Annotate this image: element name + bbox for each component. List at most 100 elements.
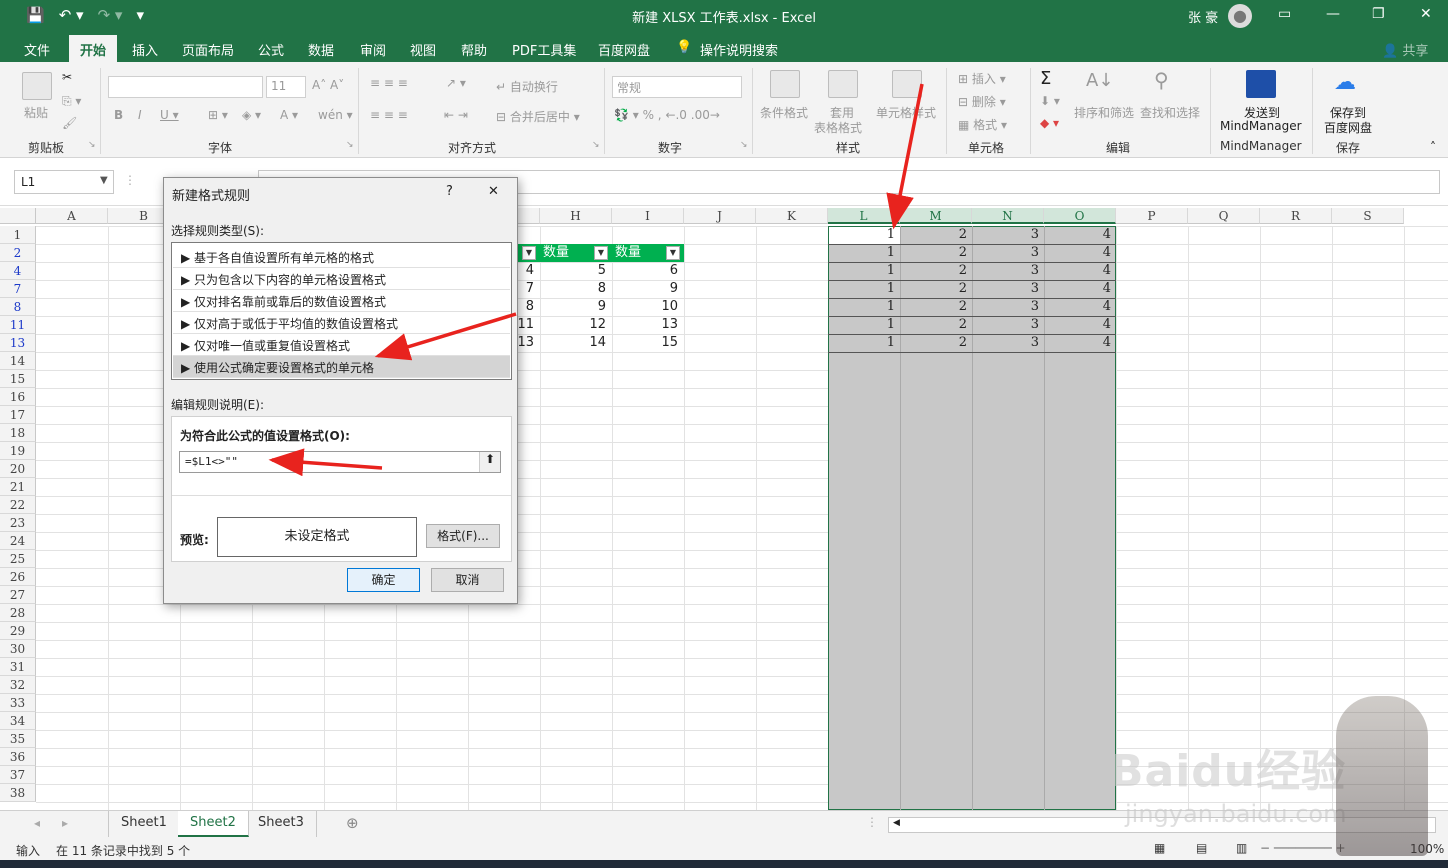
column-header-n[interactable]: N bbox=[972, 208, 1044, 224]
table-cell[interactable]: 10 bbox=[612, 298, 682, 316]
delete-cells-button[interactable]: ⊟ 删除 ▾ bbox=[958, 93, 1006, 110]
row-header-13[interactable]: 13 bbox=[0, 334, 36, 352]
value-cell[interactable]: 3 bbox=[972, 262, 1042, 280]
value-cell[interactable]: 4 bbox=[1044, 244, 1114, 262]
row-header-4[interactable]: 4 bbox=[0, 262, 36, 280]
value-cell[interactable]: 3 bbox=[972, 334, 1042, 352]
font-launcher-icon[interactable]: ↘ bbox=[346, 140, 354, 150]
paste-icon[interactable] bbox=[22, 72, 52, 100]
value-cell[interactable]: 1 bbox=[828, 226, 898, 244]
add-sheet-icon[interactable]: ⊕ bbox=[346, 814, 359, 832]
sort-filter-icon[interactable]: A↓ bbox=[1086, 70, 1113, 91]
orientation-icon[interactable]: ↗ ▾ bbox=[446, 76, 466, 90]
row-header-15[interactable]: 15 bbox=[0, 370, 36, 388]
rule-type-item[interactable]: ▶ 仅对排名靠前或靠后的数值设置格式 bbox=[173, 290, 510, 312]
name-box[interactable]: L1 bbox=[14, 170, 114, 194]
row-header-20[interactable]: 20 bbox=[0, 460, 36, 478]
value-cell[interactable]: 4 bbox=[1044, 226, 1114, 244]
paste-button[interactable]: 粘贴 bbox=[24, 104, 48, 121]
wrap-text-button[interactable]: ↵ 自动换行 bbox=[496, 78, 558, 95]
alignment-launcher-icon[interactable]: ↘ bbox=[592, 140, 600, 150]
value-cell[interactable]: 2 bbox=[900, 316, 970, 334]
font-size-select[interactable]: 11 bbox=[266, 76, 306, 98]
filter-dropdown-icon[interactable]: ▼ bbox=[666, 246, 680, 260]
filter-dropdown-icon[interactable]: ▼ bbox=[594, 246, 608, 260]
align-left-icon[interactable]: ≡ ≡ ≡ bbox=[370, 108, 408, 122]
tab-page-layout[interactable]: 页面布局 bbox=[182, 40, 234, 59]
value-cell[interactable]: 2 bbox=[900, 244, 970, 262]
format-button[interactable]: 格式(F)... bbox=[426, 524, 500, 548]
table-cell[interactable]: 6 bbox=[612, 262, 682, 280]
format-as-table-line2[interactable]: 表格格式 bbox=[814, 119, 862, 136]
column-header-j[interactable]: J bbox=[684, 208, 756, 224]
row-header-23[interactable]: 23 bbox=[0, 514, 36, 532]
split-handle-icon[interactable]: ⋮ bbox=[866, 815, 878, 829]
row-header-28[interactable]: 28 bbox=[0, 604, 36, 622]
row-header-32[interactable]: 32 bbox=[0, 676, 36, 694]
row-header-17[interactable]: 17 bbox=[0, 406, 36, 424]
row-header-27[interactable]: 27 bbox=[0, 586, 36, 604]
border-icon[interactable]: ⊞ ▾ bbox=[208, 108, 228, 122]
value-cell[interactable]: 1 bbox=[828, 334, 898, 352]
value-cell[interactable]: 2 bbox=[900, 280, 970, 298]
column-header-r[interactable]: R bbox=[1260, 208, 1332, 224]
column-header-l[interactable]: L bbox=[828, 208, 900, 224]
indent-icon[interactable]: ⇤ ⇥ bbox=[444, 108, 468, 122]
copy-icon[interactable]: ⎘ ▾ bbox=[62, 94, 81, 109]
italic-icon[interactable]: I bbox=[138, 108, 142, 122]
close-icon[interactable]: ✕ bbox=[488, 184, 499, 199]
row-header-22[interactable]: 22 bbox=[0, 496, 36, 514]
tab-view[interactable]: 视图 bbox=[410, 40, 436, 59]
phonetic-icon[interactable]: wén ▾ bbox=[318, 108, 353, 122]
find-select-button[interactable]: 查找和选择 bbox=[1140, 104, 1200, 121]
table-cell[interactable]: 14 bbox=[540, 334, 610, 352]
value-cell[interactable]: 2 bbox=[900, 298, 970, 316]
format-painter-icon[interactable]: 🖌 bbox=[62, 116, 77, 130]
conditional-format-icon[interactable] bbox=[770, 70, 800, 98]
column-header-m[interactable]: M bbox=[900, 208, 972, 224]
mindmanager-icon[interactable] bbox=[1246, 70, 1276, 98]
help-button[interactable]: ? bbox=[446, 184, 453, 199]
filter-dropdown-icon[interactable]: ▼ bbox=[522, 246, 536, 260]
collapse-ribbon-icon[interactable]: ˄ bbox=[1430, 140, 1436, 154]
page-break-view-icon[interactable]: ▥ bbox=[1236, 841, 1247, 855]
next-sheet-icon[interactable]: ▸ bbox=[62, 816, 68, 830]
table-cell[interactable]: 9 bbox=[540, 298, 610, 316]
value-cell[interactable]: 2 bbox=[900, 334, 970, 352]
value-cell[interactable]: 4 bbox=[1044, 316, 1114, 334]
ok-button[interactable]: 确定 bbox=[347, 568, 420, 592]
row-header-34[interactable]: 34 bbox=[0, 712, 36, 730]
sheet-tab-sheet1[interactable]: Sheet1 bbox=[108, 811, 180, 837]
row-header-2[interactable]: 2 bbox=[0, 244, 36, 262]
number-format-select[interactable]: 常规 bbox=[612, 76, 742, 98]
row-header-25[interactable]: 25 bbox=[0, 550, 36, 568]
tab-formulas[interactable]: 公式 bbox=[258, 40, 284, 59]
clipboard-launcher-icon[interactable]: ↘ bbox=[88, 140, 96, 150]
underline-icon[interactable]: U ▾ bbox=[160, 108, 179, 122]
tab-insert[interactable]: 插入 bbox=[132, 40, 158, 59]
column-header-k[interactable]: K bbox=[756, 208, 828, 224]
value-cell[interactable]: 3 bbox=[972, 244, 1042, 262]
number-launcher-icon[interactable]: ↘ bbox=[740, 140, 748, 150]
value-cell[interactable]: 4 bbox=[1044, 298, 1114, 316]
column-header-o[interactable]: O bbox=[1044, 208, 1116, 224]
row-header-1[interactable]: 1 bbox=[0, 226, 36, 244]
align-top-icon[interactable]: ≡ ≡ ≡ bbox=[370, 76, 408, 90]
table-cell[interactable]: 12 bbox=[540, 316, 610, 334]
column-header-a[interactable]: A bbox=[36, 208, 108, 224]
tab-help[interactable]: 帮助 bbox=[461, 40, 487, 59]
fill-color-icon[interactable]: ◈ ▾ bbox=[242, 108, 261, 122]
value-cell[interactable]: 2 bbox=[900, 226, 970, 244]
row-header-16[interactable]: 16 bbox=[0, 388, 36, 406]
tab-data[interactable]: 数据 bbox=[308, 40, 334, 59]
tell-me-search[interactable]: 操作说明搜索 bbox=[700, 40, 778, 59]
tab-pdf-tools[interactable]: PDF工具集 bbox=[512, 40, 576, 59]
column-header-h[interactable]: H bbox=[540, 208, 612, 224]
table-cell[interactable]: 5 bbox=[540, 262, 610, 280]
baidu-cloud-icon[interactable]: ☁ bbox=[1334, 70, 1356, 95]
ribbon-display-icon[interactable]: ▭ bbox=[1278, 6, 1291, 22]
user-name[interactable]: 张 豪 bbox=[1188, 7, 1218, 26]
row-header-26[interactable]: 26 bbox=[0, 568, 36, 586]
row-header-38[interactable]: 38 bbox=[0, 784, 36, 802]
avatar[interactable]: ● bbox=[1228, 4, 1252, 28]
